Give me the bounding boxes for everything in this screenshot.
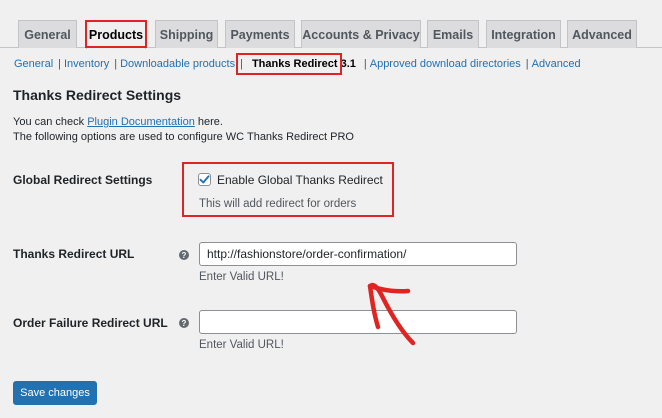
tab-products[interactable]: Products [86, 20, 146, 49]
plugin-documentation-link[interactable]: Plugin Documentation [87, 116, 195, 128]
subnav-inventory[interactable]: Inventory [64, 58, 109, 70]
settings-tabs: General Products Shipping Payments Accou… [0, 0, 662, 49]
subnav-approved-download-directories[interactable]: Approved download directories [370, 58, 521, 70]
subnav-separator: | [240, 58, 243, 70]
subnav-thanks-redirect[interactable]: Thanks Redirect 3.1 [252, 58, 356, 70]
subnav-general[interactable]: General [14, 58, 53, 70]
order-failure-url-input[interactable] [199, 310, 517, 334]
intro-line-2: The following options are used to config… [13, 131, 354, 143]
global-redirect-label: Global Redirect Settings [13, 173, 153, 187]
tab-integration[interactable]: Integration [486, 20, 561, 48]
tab-payments[interactable]: Payments [225, 20, 295, 48]
tab-general[interactable]: General [18, 20, 77, 48]
enable-global-redirect-label[interactable]: Enable Global Thanks Redirect [217, 173, 383, 187]
thanks-redirect-url-label: Thanks Redirect URL [13, 247, 135, 261]
intro-suffix: here. [194, 116, 223, 128]
page-title: Thanks Redirect Settings [13, 87, 182, 103]
subnav-separator: | [525, 58, 529, 70]
intro-prefix: You can check [13, 116, 88, 128]
intro-text: You can check Plugin Documentation here. [13, 116, 223, 128]
subnav-advanced[interactable]: Advanced [532, 58, 581, 70]
subnav-separator: | [114, 58, 118, 70]
tab-shipping[interactable]: Shipping [155, 20, 218, 48]
tab-accounts-privacy[interactable]: Accounts & Privacy [301, 20, 421, 48]
save-changes-button[interactable]: Save changes [13, 381, 97, 405]
failure-url-note: Enter Valid URL! [199, 339, 284, 351]
thanks-url-note: Enter Valid URL! [199, 271, 284, 283]
tab-advanced[interactable]: Advanced [567, 20, 637, 48]
enable-global-redirect-checkbox[interactable] [198, 173, 211, 186]
checkmark-icon [199, 175, 210, 184]
thanks-redirect-url-input[interactable] [199, 242, 517, 266]
subnav-separator: | [363, 58, 367, 70]
order-failure-url-label: Order Failure Redirect URL [13, 316, 168, 330]
help-icon[interactable]: ? [179, 318, 189, 328]
subnav-downloadable-products[interactable]: Downloadable products [120, 58, 235, 70]
help-icon[interactable]: ? [179, 250, 189, 260]
tab-emails[interactable]: Emails [427, 20, 479, 48]
global-redirect-note: This will add redirect for orders [199, 198, 357, 210]
subnav-separator: | [58, 58, 61, 70]
section-subnav: General | Inventory | Downloadable produ… [14, 57, 581, 71]
